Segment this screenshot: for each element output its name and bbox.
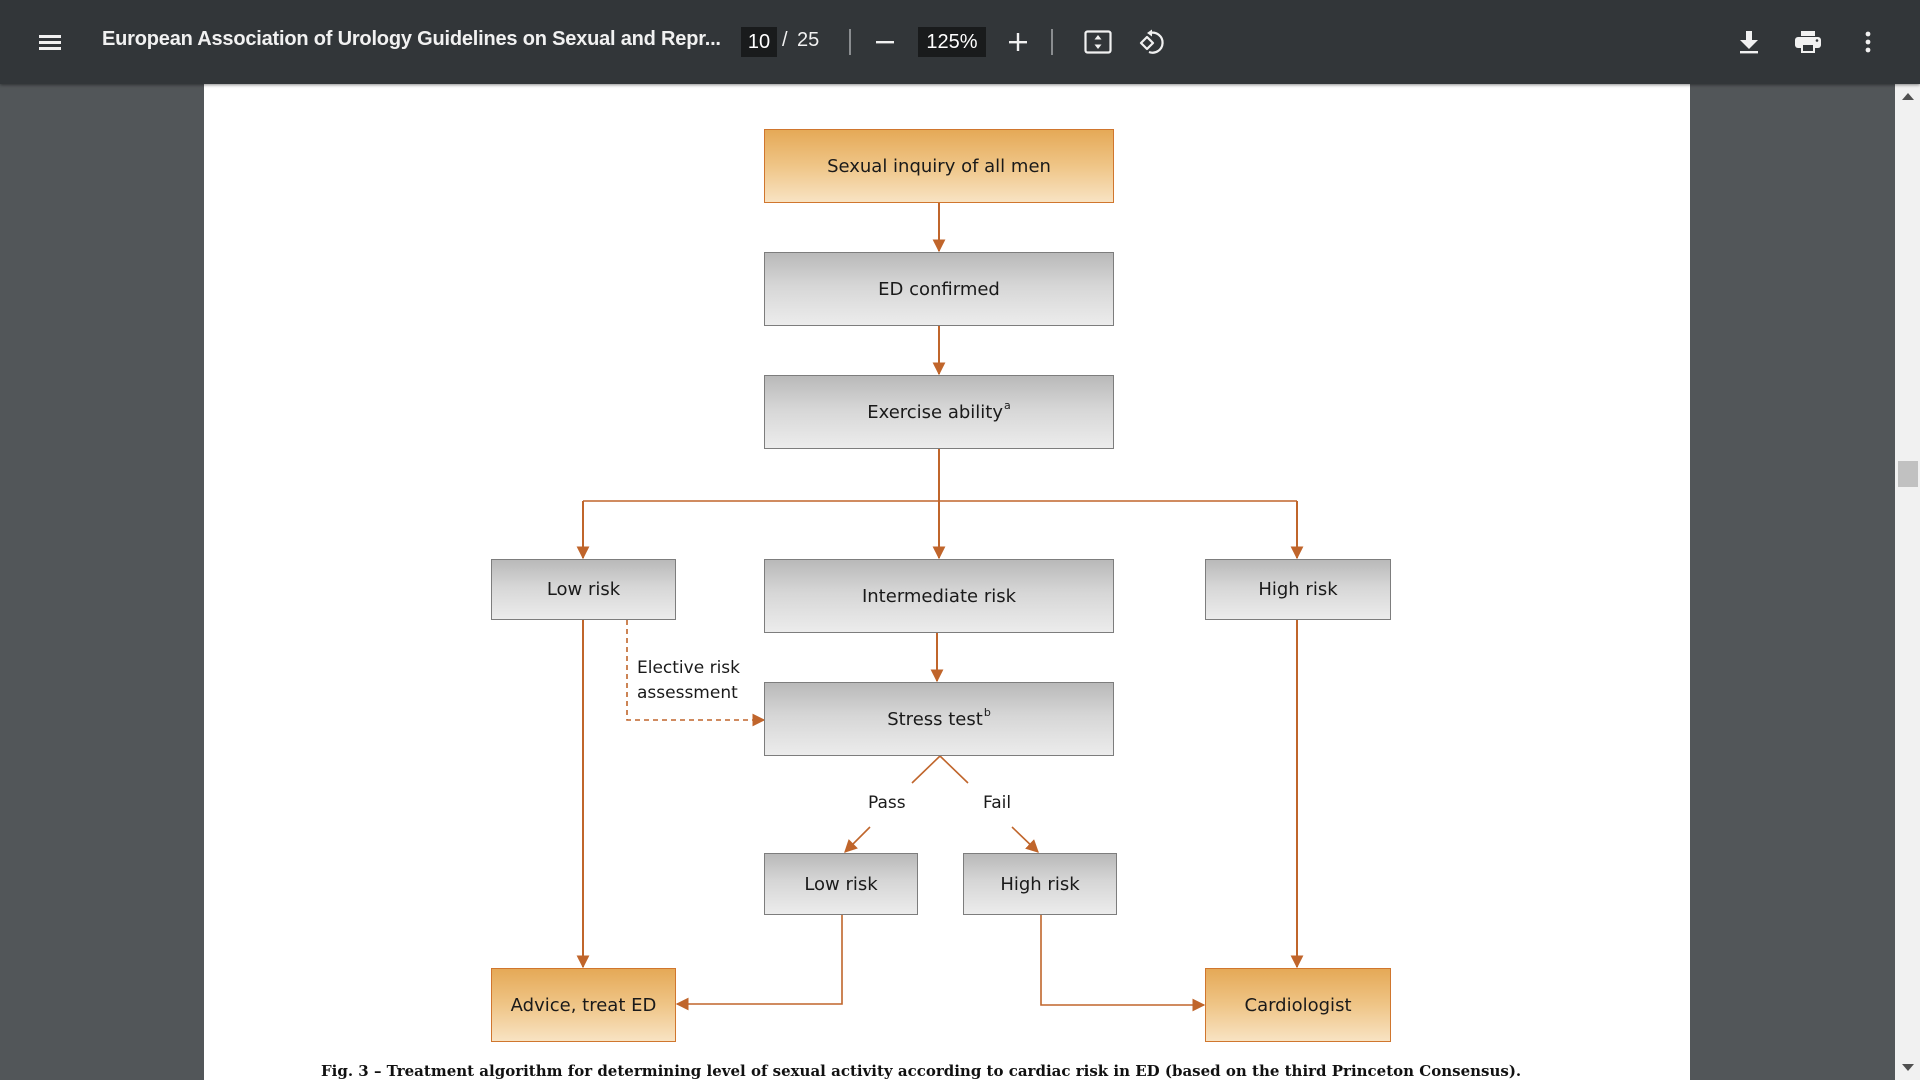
toolbar-divider: [849, 29, 851, 55]
elective-risk-assessment-label: Elective risk assessment: [637, 656, 740, 706]
pass-label: Pass: [868, 793, 906, 813]
more-actions-button[interactable]: [1850, 24, 1886, 60]
node-label: Cardiologist: [1244, 994, 1352, 1016]
node-stress-low-risk: Low risk: [764, 853, 918, 915]
zoom-level-input[interactable]: [918, 27, 986, 57]
node-high-risk: High risk: [1205, 559, 1391, 620]
page-number-input[interactable]: [741, 27, 777, 57]
zoom-out-button[interactable]: [867, 24, 903, 60]
pdf-page: Sexual inquiry of all men ED confirmed E…: [204, 84, 1690, 1080]
footnote-marker: b: [983, 706, 991, 719]
node-label-text: Stress test: [887, 709, 983, 730]
node-stress-test: Stress testb: [764, 682, 1114, 756]
node-stress-high-risk: High risk: [963, 853, 1117, 915]
rotate-counterclockwise-icon: [1139, 29, 1164, 54]
print-icon: [1795, 31, 1821, 53]
node-cardiologist: Cardiologist: [1205, 968, 1391, 1042]
node-label: Intermediate risk: [861, 585, 1017, 607]
arrow-stress-high-to-cardiologist: [1040, 915, 1206, 1012]
node-label: Sexual inquiry of all men: [827, 155, 1051, 177]
footnote-marker: a: [1004, 399, 1011, 412]
fit-to-page-icon: [1084, 30, 1112, 54]
download-button[interactable]: [1731, 24, 1767, 60]
more-vertical-icon: [1865, 31, 1871, 53]
line-stress-fail: [939, 755, 969, 784]
menu-button[interactable]: [34, 26, 66, 58]
node-label: High risk: [1258, 579, 1338, 600]
label-line: Elective risk: [637, 658, 740, 678]
toolbar-divider: [1051, 29, 1053, 55]
scrollbar-thumb[interactable]: [1898, 461, 1918, 487]
page-separator: /: [782, 29, 788, 51]
total-pages: 25: [797, 29, 820, 51]
figure-caption: Fig. 3 – Treatment algorithm for determi…: [321, 1062, 1522, 1080]
print-button[interactable]: [1790, 24, 1826, 60]
label-line: assessment: [637, 683, 738, 703]
node-label-text: Exercise ability: [867, 402, 1004, 423]
node-exercise-ability: Exercise abilitya: [764, 375, 1114, 449]
node-advice-treat-ed: Advice, treat ED: [491, 968, 676, 1042]
download-icon: [1740, 31, 1758, 54]
node-ed-confirmed: ED confirmed: [764, 252, 1114, 326]
node-label: High risk: [1000, 873, 1080, 895]
scroll-up-arrow-icon[interactable]: [1902, 93, 1914, 100]
pdf-toolbar: European Association of Urology Guidelin…: [0, 0, 1920, 84]
node-intermediate-risk: Intermediate risk: [764, 559, 1114, 633]
node-label: Advice, treat ED: [510, 994, 657, 1016]
plus-icon: [1009, 33, 1027, 51]
node-label: Low risk: [804, 873, 878, 895]
node-label: Exercise abilitya: [867, 399, 1011, 423]
vertical-scrollbar[interactable]: [1895, 84, 1920, 1080]
fail-label: Fail: [983, 793, 1012, 813]
node-low-risk: Low risk: [491, 559, 676, 620]
node-label: Low risk: [546, 579, 621, 600]
document-title: European Association of Urology Guidelin…: [102, 28, 721, 50]
arrow-pass-to-low-risk: [844, 826, 871, 853]
scroll-down-arrow-icon[interactable]: [1902, 1064, 1914, 1071]
node-sexual-inquiry: Sexual inquiry of all men: [764, 129, 1114, 203]
rotate-button[interactable]: [1133, 24, 1169, 60]
arrow-fail-to-high-risk: [1011, 826, 1039, 853]
minus-icon: [876, 41, 894, 44]
zoom-in-button[interactable]: [1000, 24, 1036, 60]
node-label: Stress testb: [887, 706, 991, 730]
fit-to-page-button[interactable]: [1080, 24, 1116, 60]
arrow-stress-low-to-advice: [675, 915, 843, 1011]
line-stress-pass: [911, 755, 941, 784]
node-label: ED confirmed: [878, 278, 1000, 300]
